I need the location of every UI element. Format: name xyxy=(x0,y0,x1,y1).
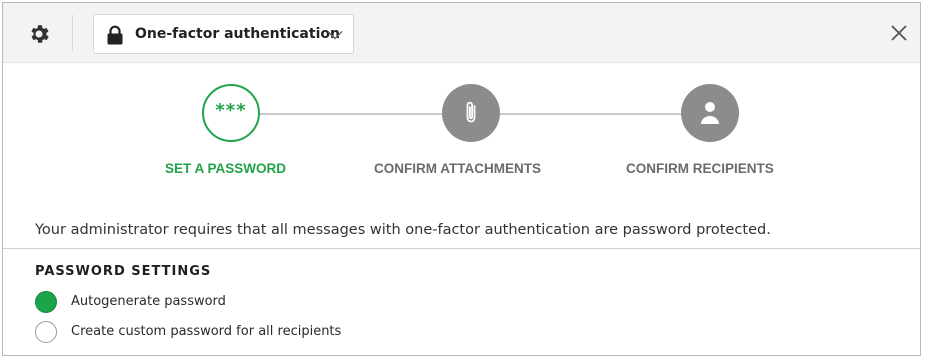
password-dots-icon: *** xyxy=(215,100,247,121)
radio-label: Autogenerate password xyxy=(71,294,226,309)
step-confirm-attachments xyxy=(442,84,500,142)
step-connector xyxy=(260,113,442,115)
authentication-mode-label: One-factor authentication xyxy=(135,26,340,42)
step-label-confirm-attachments: CONFIRM ATTACHMENTS xyxy=(374,161,541,176)
header-divider xyxy=(72,15,73,51)
step-label-set-password: SET A PASSWORD xyxy=(165,161,287,176)
step-set-password: *** xyxy=(202,84,260,142)
radio-selected[interactable] xyxy=(35,291,57,313)
panel-header: One-factor authentication xyxy=(3,3,920,63)
step-label-confirm-recipients: CONFIRM RECIPIENTS xyxy=(626,161,774,176)
password-settings-heading: PASSWORD SETTINGS xyxy=(35,264,212,279)
person-icon xyxy=(701,102,719,124)
radio-label: Create custom password for all recipient… xyxy=(71,324,342,339)
section-divider xyxy=(3,248,920,249)
step-confirm-recipients xyxy=(681,84,739,142)
gear-icon[interactable] xyxy=(27,22,51,46)
chevron-down-icon xyxy=(327,31,343,40)
admin-policy-notice: Your administrator requires that all mes… xyxy=(35,222,771,238)
step-connector xyxy=(500,113,681,115)
secure-message-panel: One-factor authentication *** SET A PASS… xyxy=(2,2,921,356)
radio-unselected[interactable] xyxy=(35,321,57,343)
authentication-mode-dropdown[interactable]: One-factor authentication xyxy=(93,14,354,54)
progress-stepper: *** SET A PASSWORD CONFIRM ATTACHMENTS C… xyxy=(3,63,920,203)
lock-icon xyxy=(107,25,123,45)
paperclip-icon xyxy=(466,101,476,123)
close-icon[interactable] xyxy=(889,23,909,43)
